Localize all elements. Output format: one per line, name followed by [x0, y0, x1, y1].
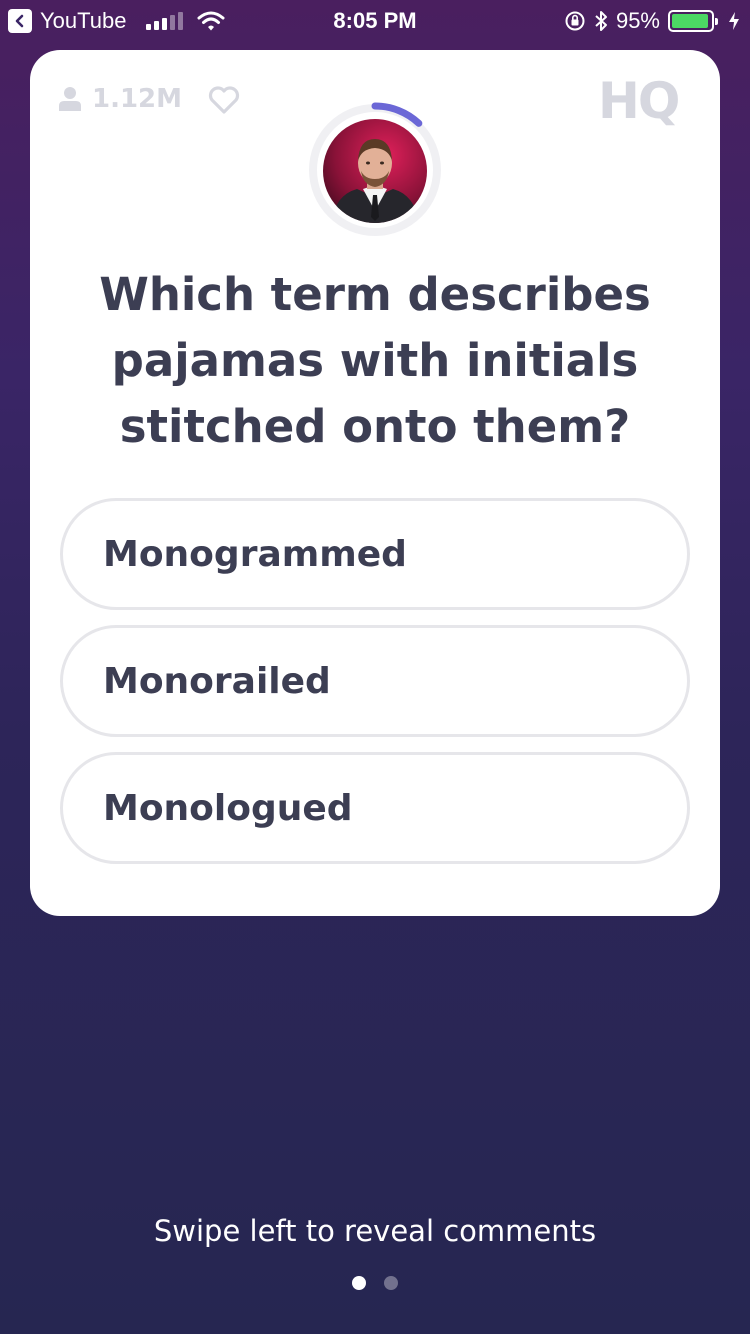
answer-option-label: Monorailed — [103, 660, 331, 702]
question-card: 1.12M HQ Which term describes pajamas wi… — [30, 50, 720, 916]
viewer-count: 1.12M — [58, 84, 182, 114]
answer-option-3[interactable]: Monologued — [60, 752, 690, 864]
bluetooth-icon — [595, 11, 607, 31]
hq-logo-text: HQ — [598, 74, 678, 128]
wifi-icon — [197, 11, 225, 31]
heart-icon[interactable] — [208, 86, 240, 114]
battery-percent: 95% — [615, 8, 660, 33]
page-dot-1[interactable] — [352, 1276, 366, 1290]
charging-bolt-icon — [729, 12, 739, 30]
viewer-count-label: 1.12M — [92, 84, 183, 114]
host-avatar — [323, 119, 427, 223]
back-to-app-icon[interactable] — [8, 9, 32, 33]
status-bar: YouTube 8:05 PM 95% — [0, 0, 750, 42]
answer-option-2[interactable]: Monorailed — [60, 625, 690, 737]
back-app-label[interactable]: YouTube — [40, 8, 126, 34]
page-indicator[interactable] — [0, 1276, 750, 1290]
swipe-hint: Swipe left to reveal comments — [153, 1214, 597, 1248]
battery-level-fill — [672, 14, 709, 28]
orientation-lock-icon — [565, 11, 585, 31]
question-text: Which term describes pajamas with initia… — [99, 268, 651, 453]
battery-icon — [668, 10, 718, 32]
answer-option-label: Monologued — [103, 787, 353, 829]
user-icon — [59, 87, 81, 111]
answer-option-label: Monogrammed — [103, 533, 407, 575]
hq-logo: HQ — [598, 74, 680, 128]
answer-option-1[interactable]: Monogrammed — [60, 498, 690, 610]
cellular-signal-icon — [146, 12, 184, 30]
page-dot-2[interactable] — [384, 1276, 398, 1290]
